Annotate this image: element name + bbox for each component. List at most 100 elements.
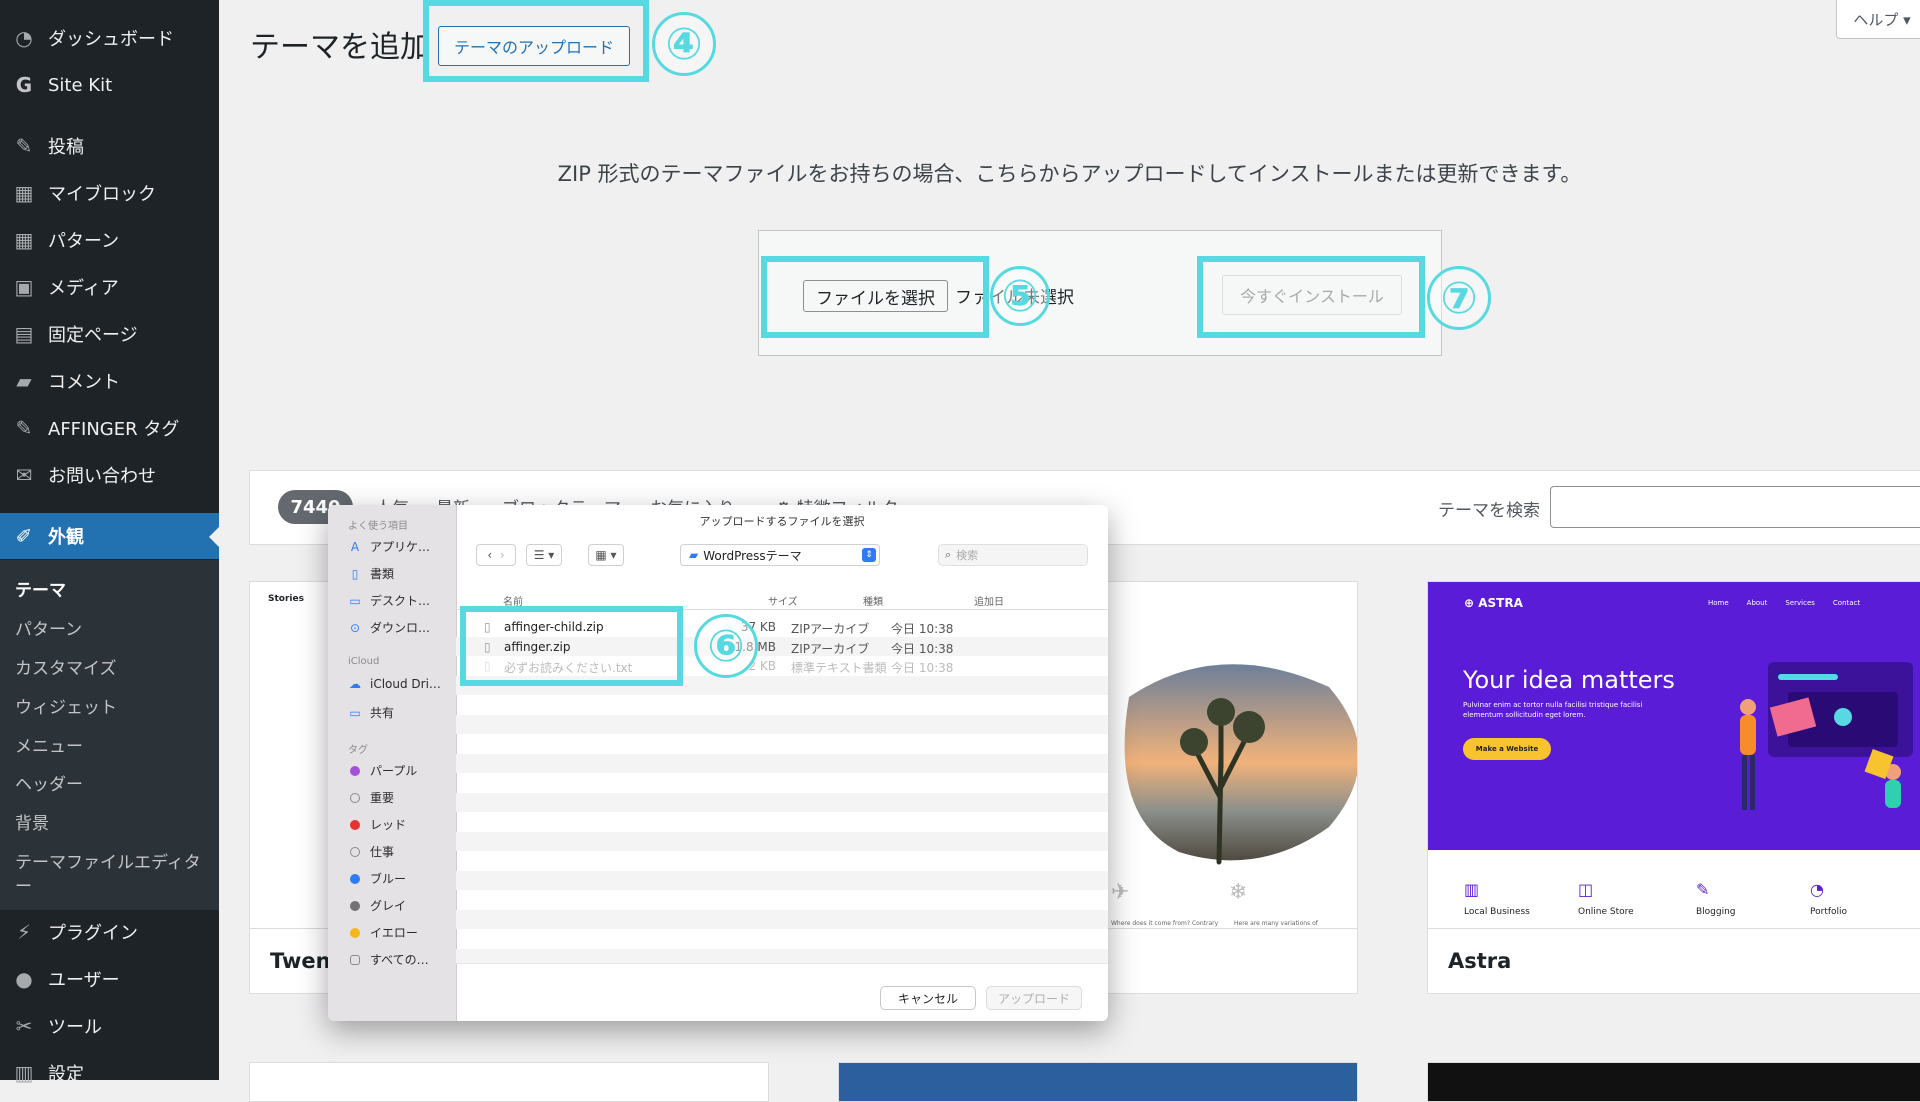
tag-work[interactable]: 仕事 — [348, 843, 394, 860]
astra-nav-item: Contact — [1832, 599, 1861, 607]
submenu-patterns[interactable]: パターン — [15, 615, 82, 640]
submenu-theme-file-editor-wrap: ー — [15, 877, 32, 897]
grid-view-button[interactable]: ▦ ▾ — [588, 544, 624, 566]
submenu-customize[interactable]: カスタマイズ — [15, 654, 117, 679]
menu-settings[interactable]: ▥ 設定 — [0, 1050, 219, 1096]
help-tab-button[interactable]: ヘルプ ▾ — [1836, 0, 1920, 39]
theme-caption: Here are many variations of — [1234, 920, 1318, 927]
menu-label: マイブロック — [48, 184, 156, 205]
empty-row-stripe — [456, 753, 1108, 773]
astra-feature: Blogging — [1696, 907, 1736, 917]
menu-posts[interactable]: ✎ 投稿 — [0, 123, 219, 169]
menu-pages[interactable]: ▤ 固定ページ — [0, 311, 219, 357]
updown-chevron-icon: ⇕ — [862, 548, 876, 562]
submenu-background[interactable]: 背景 — [15, 809, 49, 834]
menu-site-kit[interactable]: G Site Kit — [0, 62, 219, 108]
sidebar-applications[interactable]: A アプリケ… — [348, 538, 430, 555]
document-icon: ▯ — [351, 566, 359, 581]
tag-dot-icon — [350, 954, 360, 965]
menu-label: 投稿 — [48, 137, 84, 158]
step-6-highlight — [460, 606, 683, 686]
menu-affinger-tag[interactable]: ✎ AFFINGER タグ — [0, 405, 219, 451]
theme-card-row2-1[interactable] — [249, 1062, 769, 1102]
menu-contact[interactable]: ✉ お問い合わせ — [0, 452, 219, 498]
menu-label: ダッシュボード — [48, 29, 174, 50]
sidebar-label: ダウンロ… — [370, 621, 431, 635]
theme-search-input[interactable] — [1550, 486, 1920, 528]
step-7-marker: ⑦ — [1427, 266, 1491, 330]
menu-tools[interactable]: ✂ ツール — [0, 1003, 219, 1049]
astra-brand: ASTRA — [1478, 596, 1523, 610]
submenu-header[interactable]: ヘッダー — [15, 770, 83, 795]
tag-dot-icon — [350, 873, 360, 884]
menu-label: 外観 — [48, 527, 84, 548]
bag-icon: ◫ — [1578, 880, 1594, 899]
grid-icon: ▦ — [14, 181, 34, 205]
column-date-added[interactable]: 追加日 — [974, 593, 1004, 608]
sidebar-shared[interactable]: ▭ 共有 — [348, 704, 394, 721]
column-kind[interactable]: 種類 — [863, 593, 883, 608]
comment-icon: ▰ — [16, 369, 32, 393]
menu-plugins[interactable]: ⚡ プラグイン — [0, 909, 219, 955]
tag-important[interactable]: 重要 — [348, 789, 394, 806]
submenu-theme-file-editor[interactable]: テーマファイルエディタ — [15, 848, 201, 873]
cactus-image — [1124, 664, 1357, 865]
tag-dot-icon — [350, 927, 360, 938]
column-size[interactable]: サイズ — [768, 593, 798, 608]
cancel-button[interactable]: キャンセル — [880, 986, 976, 1010]
sidebar-downloads[interactable]: ⊙ ダウンロ… — [348, 619, 430, 636]
page-title: テーマを追加 — [250, 30, 430, 65]
menu-dashboard[interactable]: ◔ ダッシュボード — [0, 15, 219, 61]
empty-row-stripe — [456, 792, 1108, 812]
upload-button[interactable]: アップロード — [986, 986, 1082, 1010]
tag-gray[interactable]: グレイ — [348, 897, 406, 914]
astra-feature: Local Business — [1464, 907, 1530, 917]
chevron-right-icon[interactable]: › — [500, 548, 505, 562]
astra-nav: Home About Services Contact — [1708, 599, 1860, 607]
astra-nav-item: Home — [1708, 599, 1729, 607]
menu-label: パターン — [48, 231, 120, 252]
list-view-button[interactable]: ☰ ▾ — [526, 544, 562, 566]
tag-label: 重要 — [370, 791, 395, 805]
sidebar-icloud-drive[interactable]: ☁ iCloud Dri… — [348, 677, 441, 691]
search-icon: ⌕ — [945, 548, 952, 561]
submenu-themes[interactable]: テーマ — [15, 576, 66, 601]
step-5-highlight — [761, 256, 989, 338]
mail-icon: ✉ — [15, 463, 33, 487]
tag-yellow[interactable]: イエロー — [348, 924, 418, 941]
submenu-menus[interactable]: メニュー — [15, 732, 83, 757]
tag-blue[interactable]: ブルー — [348, 870, 406, 887]
theme-card-row2-2[interactable] — [838, 1062, 1358, 1102]
theme-card-row2-3[interactable] — [1427, 1062, 1920, 1102]
menu-users[interactable]: ● ユーザー — [0, 956, 219, 1002]
sidebar-label: 書類 — [370, 567, 395, 581]
dialog-title: アップロードするファイルを選択 — [699, 515, 865, 528]
theme-search-label: テーマを検索 — [1438, 501, 1540, 521]
menu-appearance[interactable]: ✐ 外観 — [0, 513, 219, 559]
tag-red[interactable]: レッド — [348, 816, 406, 833]
chevron-left-icon[interactable]: ‹ — [487, 548, 492, 562]
menu-my-blocks[interactable]: ▦ マイブロック — [0, 170, 219, 216]
tag-all[interactable]: すべての… — [348, 951, 429, 968]
dialog-sidebar: よく使う項目 A アプリケ… ▯ 書類 ▭ デスクト… ⊙ ダウンロ… iCloud ☁… — [328, 505, 457, 1021]
menu-label: メディア — [48, 278, 119, 299]
folder-select[interactable]: ▰ WordPressテーマ ⇕ — [680, 544, 880, 566]
paintbrush-icon: ✐ — [15, 524, 33, 548]
sidebar-documents[interactable]: ▯ 書類 — [348, 565, 394, 582]
menu-label: お問い合わせ — [48, 466, 156, 487]
step-4-highlight — [423, 0, 649, 82]
icloud-section-label: iCloud — [348, 656, 380, 667]
theme-card-astra[interactable]: ⊕ ASTRA Home About Services Contact Your… — [1427, 581, 1920, 994]
menu-patterns[interactable]: ▦ パターン — [0, 217, 219, 263]
submenu-widgets[interactable]: ウィジェット — [15, 693, 117, 718]
menu-label: コメント — [48, 372, 120, 393]
nav-back-forward[interactable]: ‹ › — [476, 544, 516, 566]
menu-comments[interactable]: ▰ コメント — [0, 358, 219, 404]
dialog-search-input[interactable]: ⌕ 検索 — [938, 544, 1088, 566]
sidebar-desktop[interactable]: ▭ デスクト… — [348, 592, 430, 609]
tag-purple[interactable]: パープル — [348, 762, 417, 779]
theme-name: Astra — [1428, 928, 1920, 993]
astra-cta-button: Make a Website — [1463, 738, 1551, 760]
folder-name: WordPressテーマ — [703, 548, 802, 563]
menu-media[interactable]: ▣ メディア — [0, 264, 219, 310]
